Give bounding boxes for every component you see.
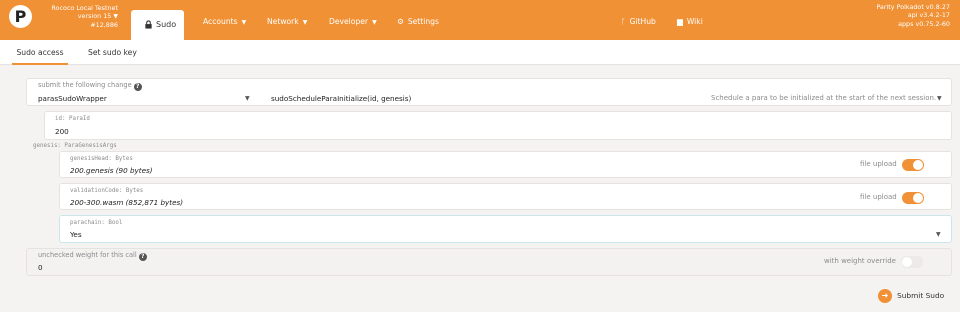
chain-version: version 15: [77, 12, 112, 20]
nav-wiki[interactable]: ▆ Wiki: [677, 17, 703, 27]
parachain-label: parachain: Bool: [70, 220, 123, 226]
book-icon: ▆: [677, 17, 683, 26]
chevron-down-icon: ▼: [302, 19, 308, 26]
nav-developer[interactable]: Developer ▼: [329, 17, 377, 28]
validation-code-upload-toggle[interactable]: [902, 192, 924, 204]
method-select[interactable]: sudoScheduleParaInitialize(id, genesis): [271, 94, 411, 103]
submit-sudo-label: Submit Sudo: [897, 291, 945, 300]
nav-settings[interactable]: ⚙ Settings: [397, 17, 439, 27]
sign-in-icon: ➜: [878, 289, 892, 303]
tab-sudo-access[interactable]: Sudo access: [12, 40, 68, 65]
polkadot-logo-icon[interactable]: P: [9, 5, 32, 28]
node-version: Parity Polkadot v0.8.27: [876, 3, 950, 11]
lock-icon: [145, 20, 152, 29]
validation-code-upload-label: file upload: [860, 193, 897, 201]
nav-tab-sudo-label: Sudo: [156, 20, 177, 29]
param-id: id: ParaId 200: [44, 111, 952, 140]
param-parachain: parachain: Bool Yes ▼: [59, 215, 952, 243]
chevron-down-icon: ▼: [372, 19, 377, 26]
method-description: Schedule a para to be initialized at the…: [711, 94, 937, 102]
question-circle-icon: ?: [133, 83, 142, 91]
validation-code-label: validationCode: Bytes: [70, 188, 144, 194]
param-id-label: id: ParaId: [55, 116, 90, 122]
chain-block: #12,886: [90, 21, 118, 29]
sub-tabs: Sudo access Set sudo key: [0, 40, 960, 65]
validation-code-file[interactable]: 200-300.wasm (852,871 bytes): [70, 198, 183, 207]
change-label: submit the following change?: [38, 81, 142, 91]
param-id-input[interactable]: 200: [55, 127, 69, 136]
nav-tab-sudo[interactable]: Sudo: [131, 10, 184, 40]
nav-network[interactable]: Network ▼: [267, 17, 307, 28]
genesis-head-upload-label: file upload: [860, 160, 897, 168]
version-info: Parity Polkadot v0.8.27 api v3.4.2-17 ap…: [876, 3, 950, 28]
weight-override-toggle[interactable]: [901, 256, 923, 268]
weight-override-label: with weight override: [824, 257, 896, 265]
nav-accounts[interactable]: Accounts ▼: [203, 17, 246, 28]
param-genesis-head: genesisHead: Bytes 200.genesis (90 bytes…: [59, 151, 952, 178]
genesis-head-label: genesisHead: Bytes: [70, 156, 133, 162]
question-circle-icon: ?: [138, 253, 147, 261]
parachain-select[interactable]: Yes: [70, 230, 82, 239]
extrinsic-selector: submit the following change? parasSudoWr…: [26, 78, 952, 106]
weight-input[interactable]: 0: [38, 263, 43, 272]
apps-version: apps v0.75.2-60: [898, 19, 950, 28]
code-branch-icon: ᚴ: [621, 17, 626, 26]
chevron-down-icon: ▼: [241, 19, 247, 26]
nav-github[interactable]: ᚴ GitHub: [621, 17, 656, 27]
weight-label: unchecked weight for this call?: [38, 251, 147, 261]
chain-name: Rococo Local Testnet: [51, 4, 118, 12]
chevron-down-icon[interactable]: ▼: [936, 231, 941, 238]
genesis-head-upload-toggle[interactable]: [902, 159, 924, 171]
param-genesis-label: genesis: ParaGenesisArgs: [33, 143, 117, 149]
chevron-down-icon[interactable]: ▼: [245, 95, 250, 102]
chevron-down-icon[interactable]: ▼: [937, 95, 942, 102]
top-navbar: P Rococo Local Testnet version 15 ▼ #12,…: [0, 0, 960, 40]
gears-icon: ⚙: [397, 17, 404, 26]
api-version: api v3.4.2-17: [907, 11, 950, 20]
genesis-head-file[interactable]: 200.genesis (90 bytes): [70, 166, 153, 175]
module-select[interactable]: parasSudoWrapper: [38, 94, 107, 103]
param-validation-code: validationCode: Bytes 200-300.wasm (852,…: [59, 183, 952, 210]
tab-set-sudo-key[interactable]: Set sudo key: [88, 40, 137, 65]
weight-field: unchecked weight for this call? 0 with w…: [26, 248, 952, 276]
chain-selector[interactable]: Rococo Local Testnet version 15 ▼ #12,88…: [34, 4, 118, 29]
chevron-down-icon: ▼: [113, 13, 118, 20]
